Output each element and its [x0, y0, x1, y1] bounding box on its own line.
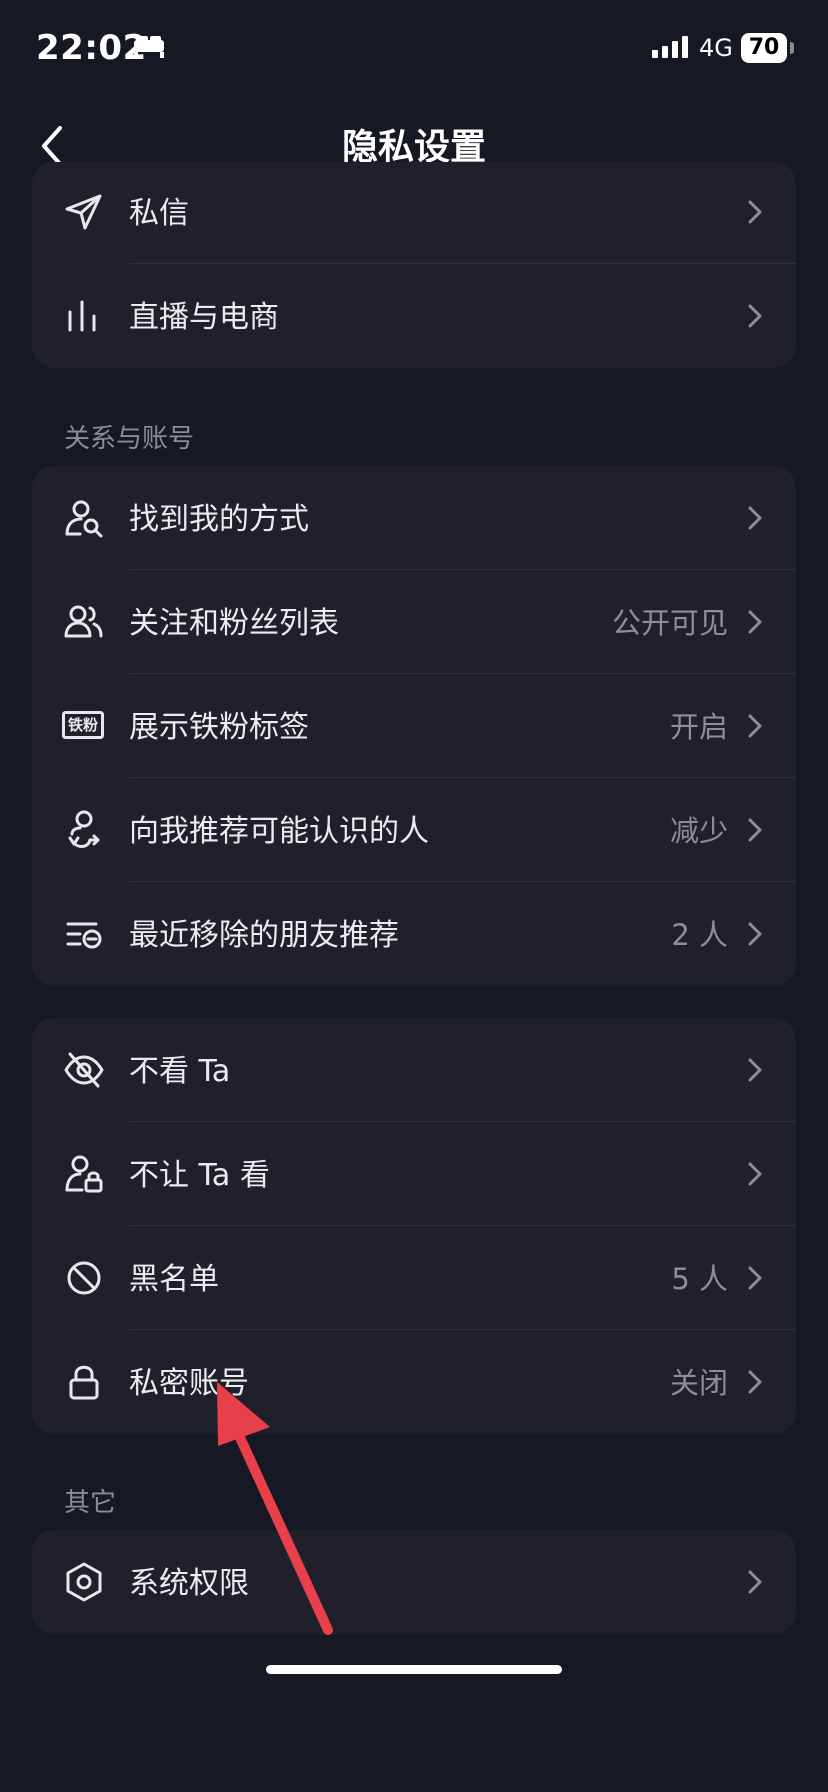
home-indicator[interactable]: [266, 1665, 562, 1674]
row-live-ecommerce[interactable]: 直播与电商: [32, 264, 796, 368]
row-label: 系统权限: [129, 1566, 249, 1601]
row-hide-from[interactable]: 不让 Ta 看: [32, 1122, 796, 1226]
row-system-permissions[interactable]: 系统权限: [32, 1530, 796, 1634]
row-value: 减少: [669, 814, 728, 848]
chevron-right-icon: [748, 1266, 762, 1294]
eye-off-icon: [64, 1050, 104, 1090]
section-header-relations: 关系与账号: [64, 424, 195, 454]
hexagon-settings-icon: [64, 1562, 104, 1602]
row-value: 开启: [669, 710, 728, 744]
chevron-right-icon: [748, 1570, 762, 1598]
block-icon: [64, 1258, 104, 1298]
tiefen-badge-icon: 铁粉: [62, 710, 104, 740]
row-label: 私信: [129, 196, 189, 231]
badge-text: 铁粉: [67, 716, 98, 734]
chevron-right-icon: [748, 1162, 762, 1190]
list-removed-icon: [64, 914, 104, 954]
row-direct-message[interactable]: 私信: [32, 162, 796, 264]
chevron-right-icon: [748, 714, 762, 742]
network-type: 4G: [699, 34, 733, 62]
chevron-right-icon: [748, 506, 762, 534]
row-recommend-people[interactable]: 向我推荐可能认识的人 减少: [32, 778, 796, 882]
chevron-right-icon: [748, 922, 762, 950]
row-value: 公开可见: [611, 606, 728, 640]
row-follow-fans-list[interactable]: 关注和粉丝列表 公开可见: [32, 570, 796, 674]
row-label: 直播与电商: [129, 300, 279, 335]
card-messaging: 私信 直播与电商: [32, 162, 796, 368]
row-label: 关注和粉丝列表: [129, 606, 339, 641]
chevron-right-icon: [748, 200, 762, 228]
row-removed-recommendations[interactable]: 最近移除的朋友推荐 2 人: [32, 882, 796, 986]
signal-icon: [652, 36, 690, 62]
row-label: 最近移除的朋友推荐: [129, 918, 399, 953]
row-label: 黑名单: [129, 1262, 219, 1297]
row-find-me[interactable]: 找到我的方式: [32, 466, 796, 570]
user-lock-icon: [64, 1154, 104, 1194]
paper-plane-icon: [64, 192, 104, 232]
chevron-right-icon: [748, 1058, 762, 1086]
chevron-right-icon: [748, 1370, 762, 1398]
battery-level: 70: [741, 33, 787, 63]
lock-icon: [64, 1362, 104, 1402]
row-label: 向我推荐可能认识的人: [129, 814, 429, 849]
chevron-right-icon: [748, 818, 762, 846]
bed-icon: [132, 34, 166, 64]
row-label: 不让 Ta 看: [129, 1158, 270, 1193]
card-relations: 找到我的方式 关注和粉丝列表 公开可见 铁粉 展示铁粉标签 开启 向我推荐可能认…: [32, 466, 796, 986]
row-value: 关闭: [669, 1366, 728, 1400]
row-value: 5 人: [671, 1262, 728, 1296]
row-label: 展示铁粉标签: [129, 710, 309, 745]
bars-icon: [64, 296, 104, 336]
row-blacklist[interactable]: 黑名单 5 人: [32, 1226, 796, 1330]
chevron-right-icon: [748, 610, 762, 638]
users-icon: [64, 602, 104, 642]
user-search-icon: [64, 498, 104, 538]
chevron-right-icon: [748, 304, 762, 332]
card-other: 系统权限: [32, 1530, 796, 1634]
section-header-other: 其它: [64, 1488, 117, 1518]
card-visibility: 不看 Ta 不让 Ta 看 黑名单 5 人 私密账号 关闭: [32, 1018, 796, 1434]
row-label: 找到我的方式: [129, 502, 309, 537]
row-private-account[interactable]: 私密账号 关闭: [32, 1330, 796, 1434]
status-time: 22:02: [36, 28, 147, 68]
row-dont-watch[interactable]: 不看 Ta: [32, 1018, 796, 1122]
row-label: 私密账号: [129, 1366, 249, 1401]
battery-tip: [790, 42, 794, 54]
row-label: 不看 Ta: [129, 1054, 231, 1089]
status-bar: 22:02 4G 70: [0, 0, 828, 100]
row-iron-fan-badge[interactable]: 铁粉 展示铁粉标签 开启: [32, 674, 796, 778]
row-value: 2 人: [671, 918, 728, 952]
user-recommend-icon: [64, 810, 104, 850]
